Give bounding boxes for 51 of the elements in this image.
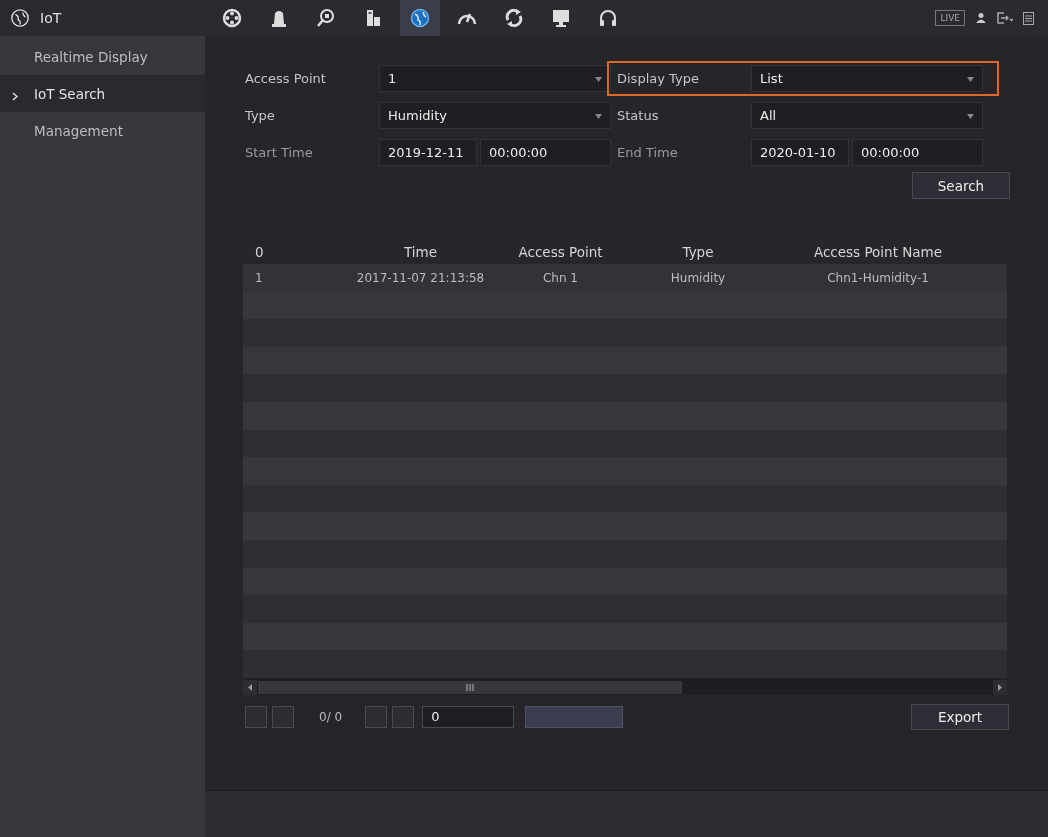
field-label: Display Type <box>617 71 700 86</box>
table-cell-text: Chn 1 <box>541 270 579 285</box>
table-row[interactable]: 1 2017-11-07 21:13:58 Chn 1 Humidity Chn1-Humidity-1 <box>243 264 1007 292</box>
page-input[interactable]: 0 <box>422 705 515 728</box>
globe-icon <box>10 8 30 28</box>
export-button[interactable]: Export <box>911 703 1009 730</box>
dropdown-arrow-icon <box>967 114 974 119</box>
table-cell-text: 2017-11-07 21:13:58 <box>355 270 486 285</box>
date-field[interactable]: 2020-01-10 <box>751 139 849 166</box>
column-header[interactable]: Time <box>338 243 503 260</box>
search-button[interactable]: Search <box>912 172 1010 199</box>
field-label: Start Time <box>245 145 314 160</box>
date-field[interactable]: 2019-12-11 <box>379 139 477 166</box>
logout-icon[interactable] <box>997 12 1013 24</box>
live-button[interactable]: LIVE <box>935 10 965 26</box>
page-count: 0/ 0 <box>319 709 343 724</box>
field-label: Status <box>617 108 660 123</box>
monitor-icon <box>550 7 572 29</box>
field-label: Type <box>245 108 276 123</box>
headset-icon <box>597 7 619 29</box>
sidebar-item[interactable]: IoT Search <box>0 75 205 112</box>
sidebar-item[interactable]: Management <box>0 112 205 149</box>
time-field[interactable]: 00:00:00 <box>480 139 611 166</box>
dropdown-arrow-icon <box>595 77 602 82</box>
column-header[interactable]: Type <box>618 243 778 260</box>
column-header[interactable]: Access Point Name <box>778 243 978 260</box>
dropdown-field[interactable]: All <box>751 102 983 129</box>
field-label: Access Point <box>245 71 327 86</box>
time-field[interactable]: 00:00:00 <box>852 139 983 166</box>
dropdown-field[interactable]: List <box>751 65 983 92</box>
scrollbar[interactable] <box>243 679 1007 695</box>
column-header[interactable]: 0 <box>243 243 338 260</box>
table-cell-text: Humidity <box>669 270 727 285</box>
sidebar-item[interactable]: Realtime Display <box>0 38 205 75</box>
chevron-icon <box>12 92 18 101</box>
table-cell-text: Chn1-Humidity-1 <box>826 270 930 285</box>
search-icon <box>315 7 337 29</box>
film-reel-icon <box>221 7 243 29</box>
user-icon[interactable] <box>975 12 987 24</box>
globe-icon <box>409 7 431 29</box>
dropdown-arrow-icon <box>595 114 602 119</box>
menu-icon[interactable] <box>1023 11 1034 25</box>
field-label: End Time <box>617 145 679 160</box>
dropdown-arrow-icon <box>967 77 974 82</box>
window-title: IoT <box>40 10 62 26</box>
column-header[interactable]: Access Point <box>503 243 618 260</box>
dropdown-field[interactable]: Humidity <box>379 102 611 129</box>
table-cell-text: 1 <box>254 270 264 285</box>
dropdown-field[interactable]: 1 <box>379 65 611 92</box>
toolbar-tab[interactable] <box>400 0 440 36</box>
refresh-icon <box>503 7 525 29</box>
